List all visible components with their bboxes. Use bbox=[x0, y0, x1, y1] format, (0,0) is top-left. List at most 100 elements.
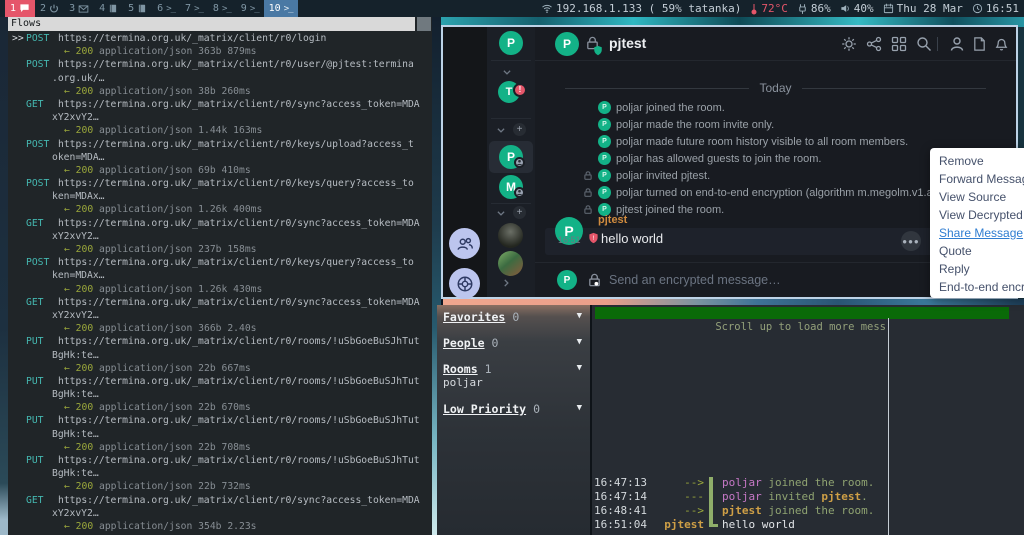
workspace-10[interactable]: 10>_ bbox=[264, 0, 298, 17]
person-badge-icon bbox=[514, 187, 525, 198]
section-label: Rooms bbox=[443, 362, 478, 376]
flow-row[interactable]: POSThttps://termina.org.uk/_matrix/clien… bbox=[8, 256, 432, 269]
room-avatar-image[interactable] bbox=[498, 251, 523, 276]
person-icon[interactable] bbox=[949, 36, 965, 52]
chevron-down-icon[interactable] bbox=[496, 208, 506, 218]
flow-row[interactable]: GEThttps://termina.org.uk/_matrix/client… bbox=[8, 494, 432, 507]
flow-row[interactable]: POSThttps://termina.org.uk/_matrix/clien… bbox=[8, 138, 432, 151]
workspace-1[interactable]: 1 bbox=[5, 0, 35, 17]
section-label: Favorites bbox=[443, 310, 505, 324]
menu-item-view-source[interactable]: View Source bbox=[930, 188, 1024, 206]
flow-row[interactable]: PUThttps://termina.org.uk/_matrix/client… bbox=[8, 375, 432, 388]
room-section-people[interactable]: People0▼ bbox=[443, 336, 584, 350]
room-avatar-image[interactable] bbox=[498, 223, 523, 248]
event-text: poljar joined the room. bbox=[616, 102, 725, 114]
flow-url-continued: xY2xvY2… bbox=[8, 309, 432, 322]
share-icon[interactable] bbox=[866, 36, 882, 52]
help-button[interactable] bbox=[449, 268, 480, 299]
day-label: Today bbox=[759, 81, 791, 95]
room-section-low-priority[interactable]: Low Priority0▼ bbox=[443, 402, 584, 416]
flow-row[interactable]: POSThttps://termina.org.uk/_matrix/clien… bbox=[8, 58, 432, 71]
workspace-4[interactable]: 4 bbox=[94, 0, 123, 17]
scrollbar-thumb[interactable] bbox=[417, 17, 431, 31]
workspace-9[interactable]: 9>_ bbox=[236, 0, 264, 17]
flow-selected-marker bbox=[8, 58, 26, 71]
search-icon[interactable] bbox=[916, 36, 932, 52]
flow-row[interactable]: GEThttps://termina.org.uk/_matrix/client… bbox=[8, 296, 432, 309]
add-room-button[interactable]: + bbox=[513, 123, 526, 136]
workspace-number: 4 bbox=[99, 3, 105, 14]
menu-item-quote[interactable]: Quote bbox=[930, 242, 1024, 260]
log-timestamp: 16:48:41 bbox=[594, 504, 647, 518]
collapse-triangle-icon[interactable]: ▼ bbox=[577, 363, 582, 373]
workspace-3[interactable]: 3 bbox=[64, 0, 94, 17]
chevron-down-icon[interactable] bbox=[502, 67, 512, 77]
flow-response-meta: application/json 69b 410ms bbox=[93, 165, 250, 176]
user-avatar[interactable]: P bbox=[499, 31, 523, 55]
menu-item-end-to-end-encry[interactable]: End-to-end encry bbox=[930, 278, 1024, 296]
flow-row[interactable]: PUThttps://termina.org.uk/_matrix/client… bbox=[8, 335, 432, 348]
terminal-icon: >_ bbox=[194, 4, 203, 14]
flow-status-code: ← 200 bbox=[64, 204, 93, 215]
flow-url-continued: xY2xvY2… bbox=[8, 230, 432, 243]
message-input[interactable] bbox=[609, 268, 929, 292]
menu-item-forward-message[interactable]: Forward Message bbox=[930, 170, 1024, 188]
thermometer-icon bbox=[750, 3, 758, 15]
add-room-button[interactable]: + bbox=[513, 206, 526, 219]
mail-icon bbox=[78, 4, 89, 14]
collapse-triangle-icon[interactable]: ▼ bbox=[577, 403, 582, 413]
load-more-banner[interactable]: Scroll up to load more mess bbox=[592, 321, 886, 333]
flow-row[interactable]: GEThttps://termina.org.uk/_matrix/client… bbox=[8, 98, 432, 111]
menu-item-share-message[interactable]: Share Message bbox=[930, 224, 1024, 242]
flow-status-code: ← 200 bbox=[64, 442, 93, 453]
flow-method: POST bbox=[26, 58, 58, 71]
flow-selected-marker bbox=[8, 494, 26, 507]
log-text-part: joined the room. bbox=[762, 476, 875, 489]
chevron-down-icon[interactable] bbox=[496, 125, 506, 135]
log-text: hello world bbox=[722, 518, 795, 532]
notifications-icon[interactable] bbox=[994, 36, 1009, 52]
flow-url: https://termina.org.uk/_matrix/client/r0… bbox=[58, 454, 420, 467]
workspace-6[interactable]: 6>_ bbox=[152, 0, 180, 17]
flow-response-meta: application/json 22b 667ms bbox=[93, 363, 250, 374]
flow-row[interactable]: POSThttps://termina.org.uk/_matrix/clien… bbox=[8, 177, 432, 190]
collapse-triangle-icon[interactable]: ▼ bbox=[577, 311, 582, 321]
workspace-number: 6 bbox=[157, 3, 163, 14]
flow-row[interactable]: >>POSThttps://termina.org.uk/_matrix/cli… bbox=[8, 32, 432, 45]
flow-row[interactable]: PUThttps://termina.org.uk/_matrix/client… bbox=[8, 454, 432, 467]
flow-selected-marker bbox=[8, 414, 26, 427]
workspace-number: 3 bbox=[69, 3, 75, 14]
workspace-7[interactable]: 7>_ bbox=[180, 0, 208, 17]
chat-log-panel: Scroll up to load more mess 16:47:13-->p… bbox=[592, 305, 1024, 535]
flow-response: ← 200 application/json 1.26k 400ms bbox=[8, 203, 432, 216]
flow-url-continued: .org.uk/… bbox=[8, 72, 432, 85]
document-icon[interactable] bbox=[972, 36, 987, 52]
room-item-poljar[interactable]: poljar bbox=[443, 376, 483, 389]
workspace-2[interactable]: 2 bbox=[35, 0, 64, 17]
message-options-button[interactable]: ●●● bbox=[901, 231, 921, 251]
event-lock-icon bbox=[583, 170, 593, 181]
flow-method: GET bbox=[26, 217, 58, 230]
people-button[interactable] bbox=[449, 228, 480, 259]
timeline-event: Ppoljar joined the room. bbox=[583, 100, 725, 115]
workspace-5[interactable]: 5 bbox=[123, 0, 152, 17]
chevron-right-icon[interactable] bbox=[501, 278, 511, 288]
settings-icon[interactable] bbox=[841, 36, 857, 52]
room-avatar[interactable]: P bbox=[555, 32, 579, 56]
flow-method: GET bbox=[26, 494, 58, 507]
collapse-triangle-icon[interactable]: ▼ bbox=[577, 337, 582, 347]
flow-selected-marker: >> bbox=[8, 32, 26, 45]
workspace-8[interactable]: 8>_ bbox=[208, 0, 236, 17]
room-section-favorites[interactable]: Favorites0▼ bbox=[443, 310, 584, 324]
menu-item-view-decrypted-s[interactable]: View Decrypted S bbox=[930, 206, 1024, 224]
menu-item-reply[interactable]: Reply bbox=[930, 260, 1024, 278]
menu-item-remove[interactable]: Remove bbox=[930, 152, 1024, 170]
flow-row[interactable]: GEThttps://termina.org.uk/_matrix/client… bbox=[8, 217, 432, 230]
room-section-rooms[interactable]: Rooms1▼ bbox=[443, 362, 584, 376]
divider bbox=[491, 60, 531, 61]
flow-row[interactable]: PUThttps://termina.org.uk/_matrix/client… bbox=[8, 414, 432, 427]
flow-status-code: ← 200 bbox=[64, 521, 93, 532]
flow-method: POST bbox=[26, 256, 58, 269]
apps-icon[interactable] bbox=[891, 36, 907, 52]
person-badge-icon bbox=[514, 157, 525, 168]
